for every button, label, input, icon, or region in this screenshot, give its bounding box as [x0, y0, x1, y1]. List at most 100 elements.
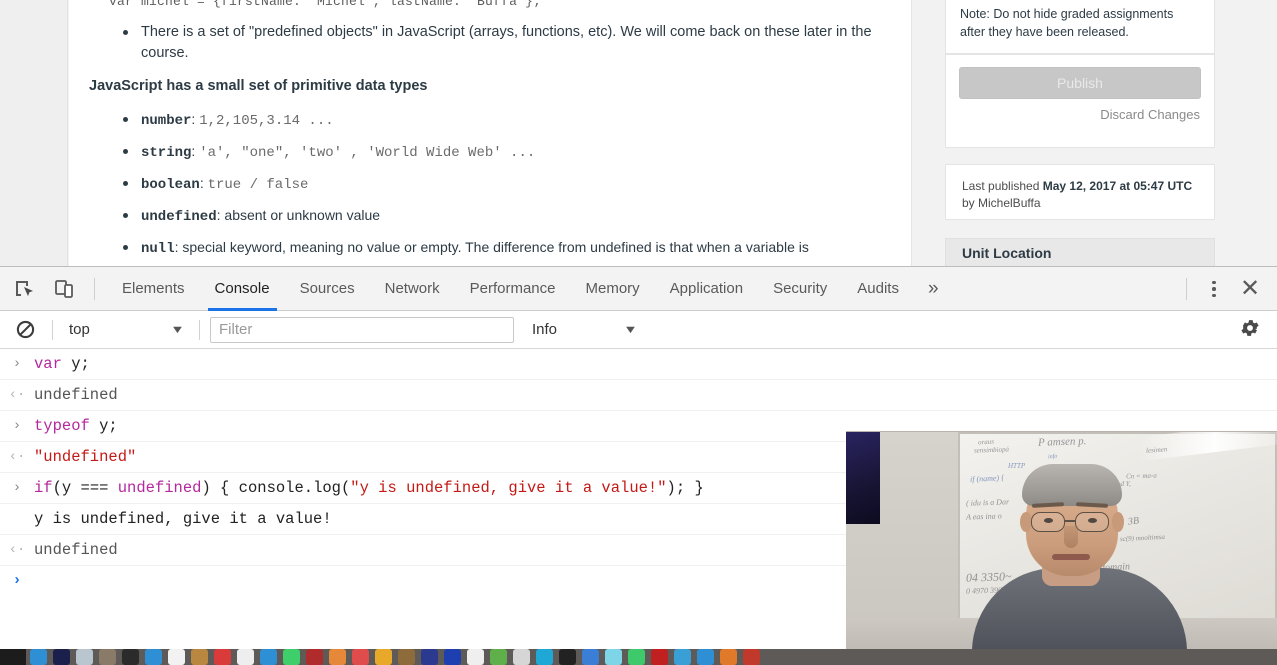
page-right-sidebar: Note: Do not hide graded assignments aft…: [913, 0, 1277, 266]
dock-icon[interactable]: [559, 649, 576, 665]
toolbar-divider: [199, 319, 200, 340]
list-item: string: 'a', "one", 'two' , 'World Wide …: [115, 142, 945, 163]
last-published-prefix: Last published: [962, 179, 1043, 193]
device-toolbar-icon[interactable]: [44, 270, 84, 308]
dock-icon[interactable]: [582, 649, 599, 665]
more-tabs-chevron-icon[interactable]: »: [914, 267, 953, 311]
toolbar-divider: [52, 319, 53, 340]
primitive-types-list: number: 1,2,105,3.14 ... string: 'a', "o…: [115, 110, 945, 266]
type-name: null: [141, 241, 175, 257]
tab-network[interactable]: Network: [370, 267, 455, 311]
dock-icon[interactable]: [76, 649, 93, 665]
dock-icon[interactable]: [329, 649, 346, 665]
tab-console[interactable]: Console: [200, 267, 285, 311]
clear-console-icon[interactable]: [8, 313, 42, 347]
console-output-row: ‹· undefined: [0, 380, 1277, 411]
dock-icon[interactable]: [651, 649, 668, 665]
dock-icon[interactable]: [720, 649, 737, 665]
devtools-left-icons: [0, 270, 107, 308]
dock-icon[interactable]: [191, 649, 208, 665]
list-item: number: 1,2,105,3.14 ...: [115, 110, 945, 131]
tab-security[interactable]: Security: [758, 267, 842, 311]
tab-sources[interactable]: Sources: [285, 267, 370, 311]
console-expression: var y;: [34, 355, 90, 373]
tab-audits[interactable]: Audits: [842, 267, 914, 311]
dock-icon[interactable]: [30, 649, 47, 665]
dock-icon[interactable]: [536, 649, 553, 665]
list-item: null: special keyword, meaning no value …: [115, 238, 945, 259]
list-item: undefined: absent or unknown value: [115, 206, 945, 227]
instructor-nose: [1064, 526, 1078, 548]
macos-dock[interactable]: [0, 649, 1277, 665]
whiteboard-scribble: 04 3350~: [965, 569, 1012, 585]
chevron-down-icon: ▼: [623, 323, 638, 336]
dock-icon[interactable]: [605, 649, 622, 665]
whiteboard-scribble: if (name) {: [969, 473, 1005, 484]
devtools-tab-list: Elements Console Sources Network Perform…: [107, 267, 953, 311]
dock-icon[interactable]: [444, 649, 461, 665]
last-published-text: Last published May 12, 2017 at 05:47 UTC…: [946, 165, 1214, 212]
dock-icon[interactable]: [145, 649, 162, 665]
dock-icon[interactable]: [283, 649, 300, 665]
dock-icon[interactable]: [260, 649, 277, 665]
tab-performance[interactable]: Performance: [455, 267, 571, 311]
console-filter-input[interactable]: [210, 316, 514, 343]
dock-icon[interactable]: [352, 649, 369, 665]
discard-changes-link[interactable]: Discard Changes: [946, 107, 1200, 122]
dock-icon[interactable]: [375, 649, 392, 665]
dock-icon[interactable]: [674, 649, 691, 665]
dock-icon[interactable]: [398, 649, 415, 665]
note-text: Note: Do not hide graded assignments aft…: [960, 7, 1174, 39]
console-context-select[interactable]: top ▼: [63, 317, 189, 343]
tab-application[interactable]: Application: [655, 267, 758, 311]
list-item: There is a set of "predefined objects" i…: [115, 22, 885, 64]
publish-button[interactable]: Publish: [959, 67, 1201, 99]
dock-icon[interactable]: [743, 649, 760, 665]
dock-icon[interactable]: [490, 649, 507, 665]
console-input-row[interactable]: › var y;: [0, 349, 1277, 380]
console-level-value: Info: [532, 321, 558, 338]
dock-icon[interactable]: [421, 649, 438, 665]
webcam-video-overlay[interactable]: oraus sensimbiopá HTTP if (name) {P amsen p…: [846, 431, 1277, 649]
close-devtools-icon[interactable]: ✕: [1231, 270, 1269, 308]
output-marker-icon: ‹·: [8, 542, 26, 558]
whiteboard-scribble: P amsen p.: [1037, 435, 1087, 449]
unit-location-panel: Unit Location: [945, 238, 1215, 266]
glasses-lens-right: [1075, 512, 1109, 532]
whiteboard-scribble: A eas ina o: [965, 511, 1002, 522]
dock-icon[interactable]: [697, 649, 714, 665]
last-published-by: by MichelBuffa: [962, 196, 1041, 210]
dock-icon[interactable]: [99, 649, 116, 665]
whiteboard-scribble: lesimen: [1145, 445, 1168, 455]
type-separator: :: [199, 175, 208, 191]
dock-icon[interactable]: [467, 649, 484, 665]
dock-icon[interactable]: [237, 649, 254, 665]
whiteboard-scribble: HTTP: [1008, 462, 1026, 470]
type-name: undefined: [141, 209, 217, 225]
inspect-element-icon[interactable]: [4, 270, 44, 308]
dock-icon[interactable]: [214, 649, 231, 665]
whiteboard-scribble: 3B: [1127, 515, 1140, 528]
wall-poster: [846, 432, 880, 524]
tab-elements[interactable]: Elements: [107, 267, 200, 311]
dock-icon[interactable]: [168, 649, 185, 665]
dock-icon[interactable]: [53, 649, 70, 665]
toolbar-divider: [1186, 278, 1187, 300]
input-marker-icon: ›: [12, 356, 22, 372]
console-level-select[interactable]: Info ▼: [526, 317, 642, 343]
more-options-kebab-icon[interactable]: [1197, 270, 1231, 308]
glasses-lens-left: [1031, 512, 1065, 532]
dock-icon[interactable]: [513, 649, 530, 665]
settings-gear-icon[interactable]: [1239, 317, 1265, 343]
whiteboard-scribble: info: [1047, 453, 1058, 461]
tab-memory[interactable]: Memory: [571, 267, 655, 311]
dock-icon[interactable]: [306, 649, 323, 665]
dock-icon[interactable]: [122, 649, 139, 665]
page-section-heading: JavaScript has a small set of primitive …: [89, 78, 428, 94]
page-left-gutter: [0, 0, 68, 266]
dock-icon[interactable]: [628, 649, 645, 665]
code-snippet-line: var michel = {firstName: 'Michel', lastN…: [109, 0, 542, 9]
console-result: undefined: [34, 386, 118, 404]
type-name: number: [141, 113, 192, 129]
devtools-tabbar-right: ✕: [1176, 267, 1277, 311]
